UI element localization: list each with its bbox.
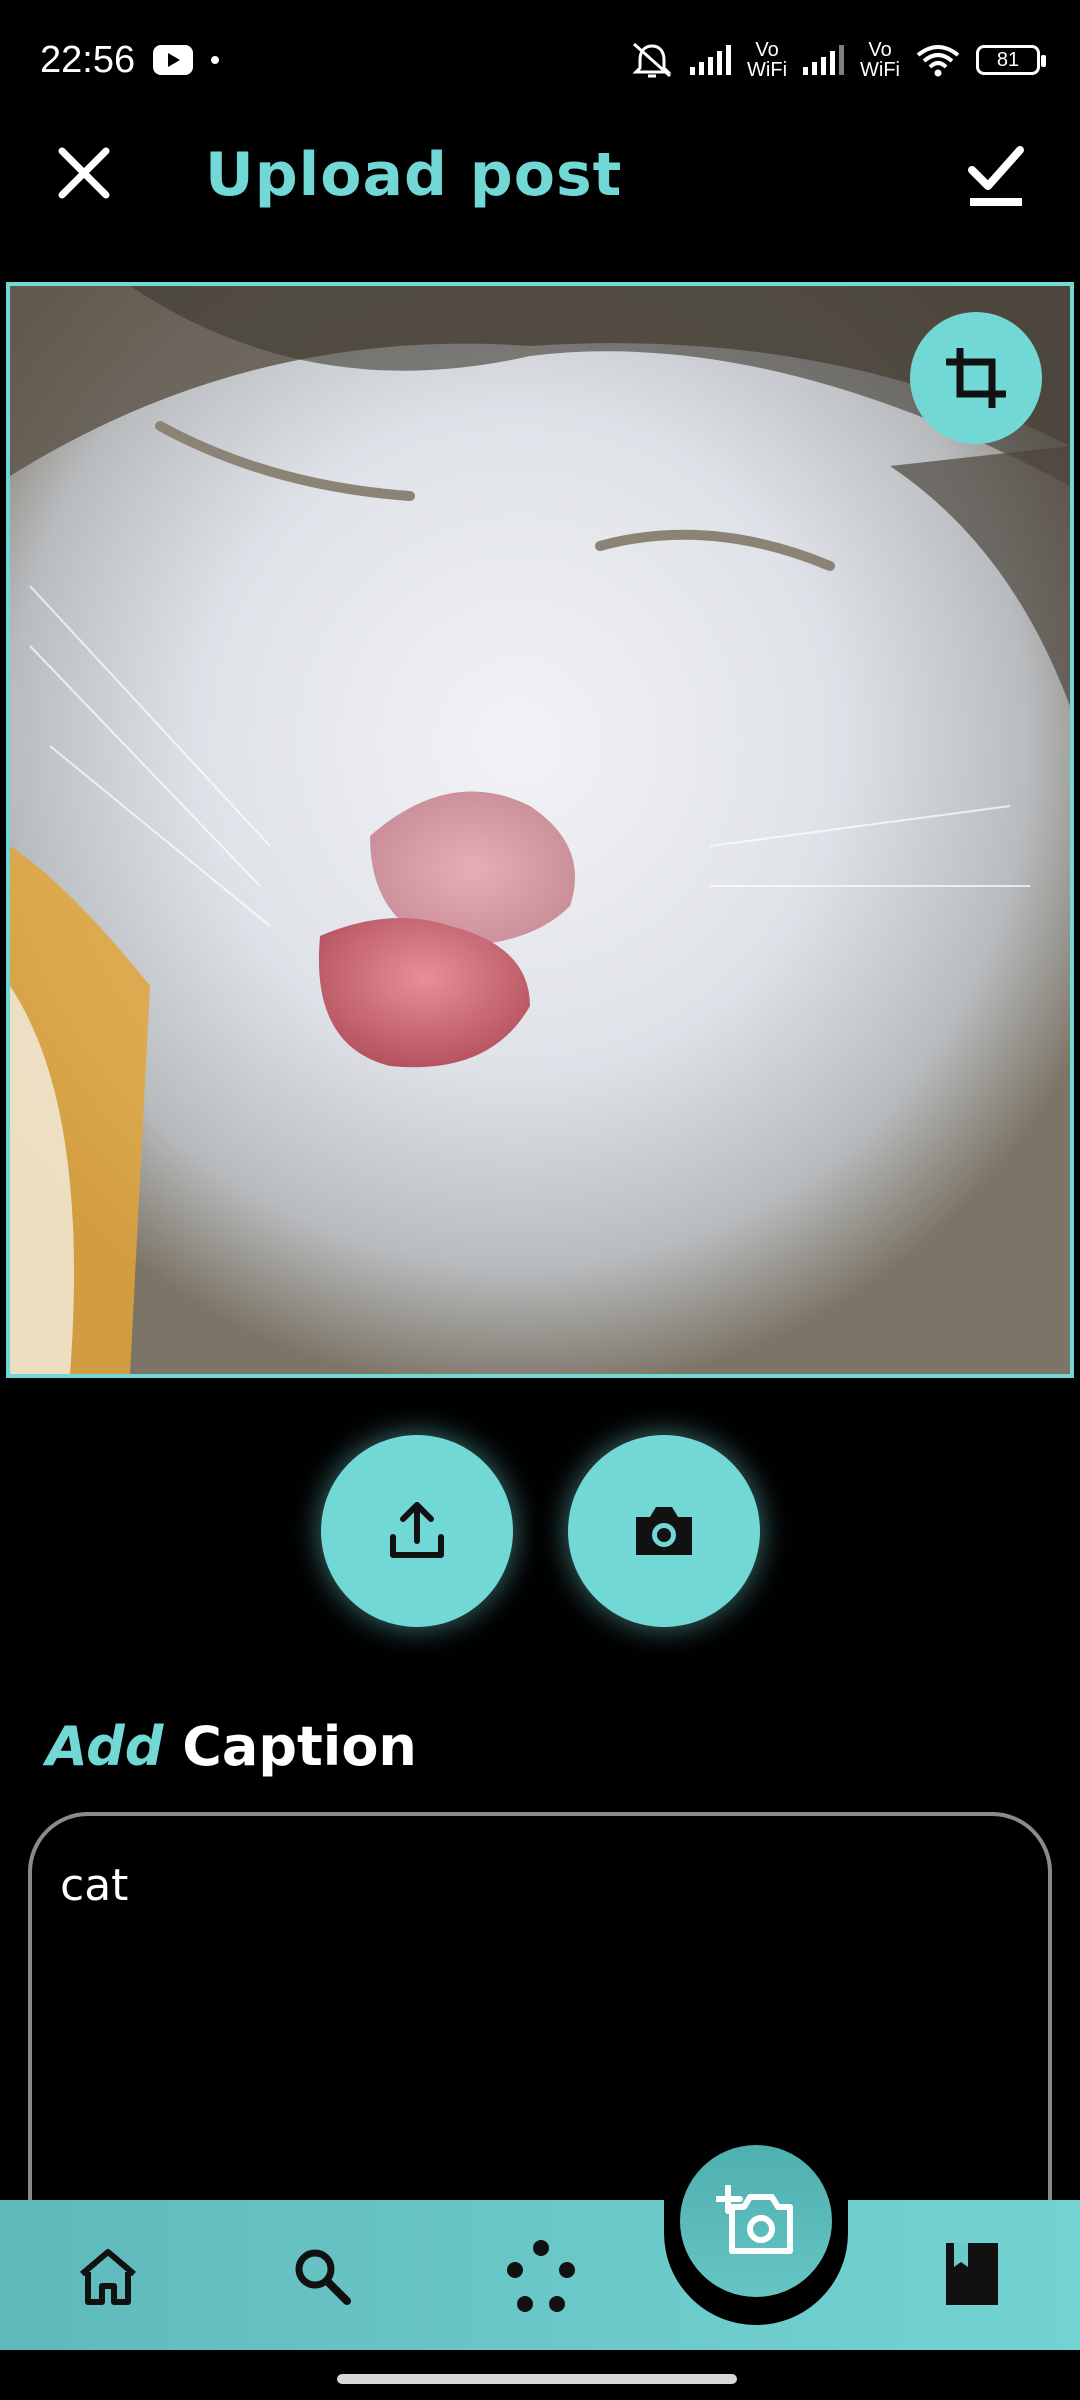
mute-icon [632,42,672,78]
upload-icon [390,1502,444,1558]
signal-icon-1 [690,45,732,75]
vowifi-label-1: Vo WiFi [747,39,788,81]
battery-level: 81 [996,48,1020,71]
photo-preview [6,282,1074,1378]
add-photo-button[interactable] [680,2145,832,2297]
discover-icon [507,2240,575,2312]
nav-bookmark[interactable] [934,2236,1010,2312]
camera-icon [636,1507,692,1555]
caption-value[interactable]: cat [60,1860,128,1911]
youtube-icon [153,45,194,75]
nav-home[interactable] [70,2238,146,2314]
wifi-icon [916,45,960,77]
status-left: 22:56 [40,38,220,82]
add-photo-icon [716,2185,793,2254]
camera-button[interactable] [568,1435,760,1627]
home-indicator[interactable] [337,2374,737,2384]
crop-button[interactable] [910,312,1042,444]
caption-heading-caption: Caption [182,1715,417,1778]
crop-icon [946,348,1006,408]
battery-icon: 81 [976,45,1046,75]
nav-search[interactable] [284,2238,360,2314]
upload-button[interactable] [321,1435,513,1627]
status-time: 22:56 [40,38,136,81]
close-icon[interactable] [54,143,114,203]
search-icon [295,2249,351,2305]
cat-photo [10,286,1070,1374]
status-bar: 22:56 Vo WiFi Vo WiFi 81 [0,0,1080,120]
caption-heading-add: Add [46,1715,164,1778]
signal-icon-2 [803,45,845,75]
check-icon[interactable] [966,142,1026,208]
status-right: Vo WiFi Vo WiFi 81 [630,39,1046,81]
nav-discover[interactable] [498,2235,584,2321]
caption-heading: Add Caption [46,1715,417,1778]
vowifi-label-2: Vo WiFi [860,39,900,81]
bookmark-icon [946,2243,998,2305]
notification-dot-icon [211,56,220,64]
home-icon [80,2249,136,2305]
page-title: Upload post [205,140,623,210]
